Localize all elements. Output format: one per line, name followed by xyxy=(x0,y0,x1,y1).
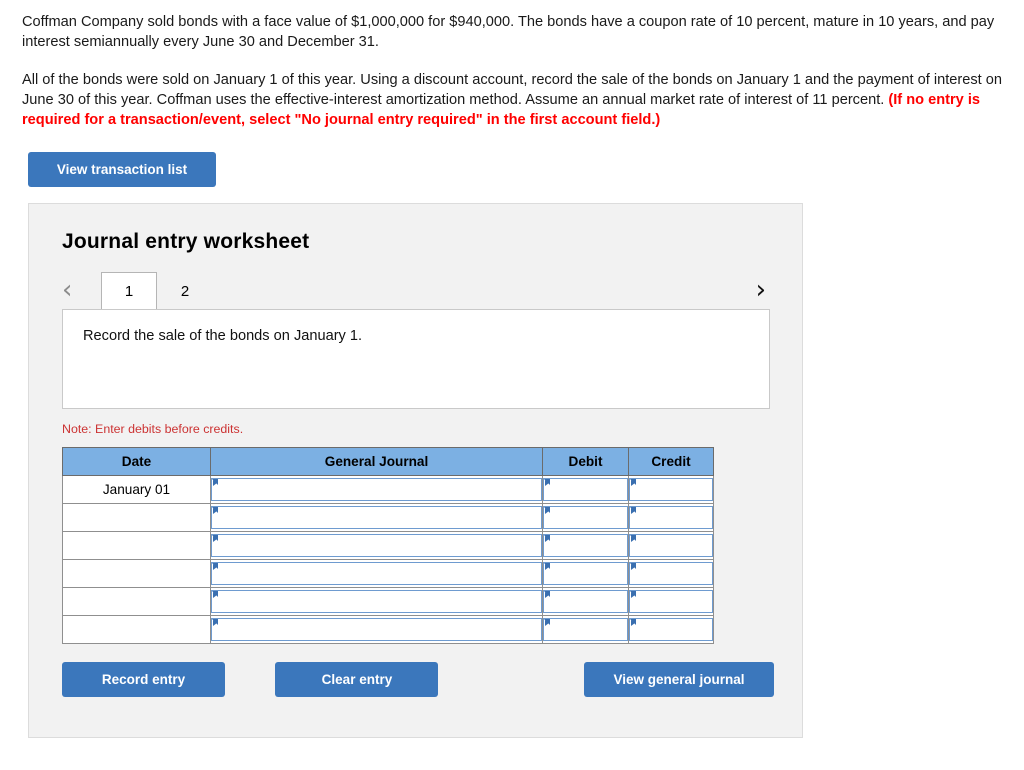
table-row xyxy=(62,587,714,616)
general-journal-cell[interactable] xyxy=(210,587,543,616)
view-transaction-list-button[interactable]: View transaction list xyxy=(28,152,216,187)
general-journal-cell[interactable] xyxy=(210,503,543,532)
clear-entry-button[interactable]: Clear entry xyxy=(275,662,439,697)
credit-cell[interactable] xyxy=(628,531,714,560)
debit-cell[interactable] xyxy=(542,503,629,532)
tab-1[interactable]: 1 xyxy=(101,272,157,309)
credit-cell[interactable] xyxy=(628,615,714,644)
general-journal-input[interactable] xyxy=(211,506,542,529)
worksheet-tabs: 1 2 xyxy=(101,272,213,309)
credit-cell[interactable] xyxy=(628,475,714,504)
worksheet-actions: Record entry Clear entry View general jo… xyxy=(62,662,802,702)
debit-input[interactable] xyxy=(543,618,628,641)
problem-statement: Coffman Company sold bonds with a face v… xyxy=(0,0,1024,130)
credit-input[interactable] xyxy=(629,590,713,613)
instruction-box: Record the sale of the bonds on January … xyxy=(62,309,770,409)
credit-cell[interactable] xyxy=(628,559,714,588)
date-cell[interactable] xyxy=(62,615,211,644)
credit-input[interactable] xyxy=(629,534,713,557)
credit-input[interactable] xyxy=(629,478,713,501)
debit-input[interactable] xyxy=(543,562,628,585)
problem-paragraph-2: All of the bonds were sold on January 1 … xyxy=(22,70,1006,130)
credit-input[interactable] xyxy=(629,562,713,585)
debit-cell[interactable] xyxy=(542,531,629,560)
worksheet-tabstrip: ‹ 1 2 › xyxy=(29,272,802,309)
general-journal-cell[interactable] xyxy=(210,615,543,644)
problem-paragraph-2-text: All of the bonds were sold on January 1 … xyxy=(22,72,1003,108)
general-journal-input[interactable] xyxy=(211,478,542,501)
toolbar: View transaction list xyxy=(0,130,1024,187)
debit-cell[interactable] xyxy=(542,615,629,644)
column-header-credit: Credit xyxy=(628,447,714,476)
problem-paragraph-1: Coffman Company sold bonds with a face v… xyxy=(22,14,995,50)
date-cell[interactable] xyxy=(62,587,211,616)
column-header-general-journal: General Journal xyxy=(210,447,543,476)
general-journal-cell[interactable] xyxy=(210,475,543,504)
credit-cell[interactable] xyxy=(628,587,714,616)
tab-2[interactable]: 2 xyxy=(157,272,213,309)
table-row xyxy=(62,503,714,532)
debit-input[interactable] xyxy=(543,534,628,557)
date-cell[interactable] xyxy=(62,531,211,560)
credit-input[interactable] xyxy=(629,618,713,641)
debit-input[interactable] xyxy=(543,478,628,501)
general-journal-input[interactable] xyxy=(211,590,542,613)
debit-input[interactable] xyxy=(543,590,628,613)
debit-cell[interactable] xyxy=(542,475,629,504)
credit-input[interactable] xyxy=(629,506,713,529)
table-row xyxy=(62,615,714,644)
view-general-journal-button[interactable]: View general journal xyxy=(584,662,774,697)
chevron-left-icon[interactable]: ‹ xyxy=(62,274,72,306)
journal-entry-table: Date General Journal Debit Credit Januar… xyxy=(62,447,714,644)
record-entry-button[interactable]: Record entry xyxy=(62,662,225,697)
journal-entry-worksheet-panel: Journal entry worksheet ‹ 1 2 › Record t… xyxy=(28,203,803,738)
general-journal-cell[interactable] xyxy=(210,531,543,560)
table-row: January 01 xyxy=(62,475,714,504)
page-title: Journal entry worksheet xyxy=(62,230,310,253)
table-header-row: Date General Journal Debit Credit xyxy=(62,447,714,476)
column-header-date: Date xyxy=(62,447,211,476)
general-journal-input[interactable] xyxy=(211,618,542,641)
debit-cell[interactable] xyxy=(542,559,629,588)
debit-cell[interactable] xyxy=(542,587,629,616)
table-row xyxy=(62,531,714,560)
general-journal-input[interactable] xyxy=(211,562,542,585)
general-journal-input[interactable] xyxy=(211,534,542,557)
debit-input[interactable] xyxy=(543,506,628,529)
debits-before-credits-note: Note: Enter debits before credits. xyxy=(62,422,244,436)
instruction-text: Record the sale of the bonds on January … xyxy=(83,328,363,344)
date-cell[interactable]: January 01 xyxy=(62,475,211,504)
credit-cell[interactable] xyxy=(628,503,714,532)
date-cell[interactable] xyxy=(62,559,211,588)
date-cell[interactable] xyxy=(62,503,211,532)
column-header-debit: Debit xyxy=(542,447,629,476)
table-row xyxy=(62,559,714,588)
chevron-right-icon[interactable]: › xyxy=(756,274,766,306)
general-journal-cell[interactable] xyxy=(210,559,543,588)
